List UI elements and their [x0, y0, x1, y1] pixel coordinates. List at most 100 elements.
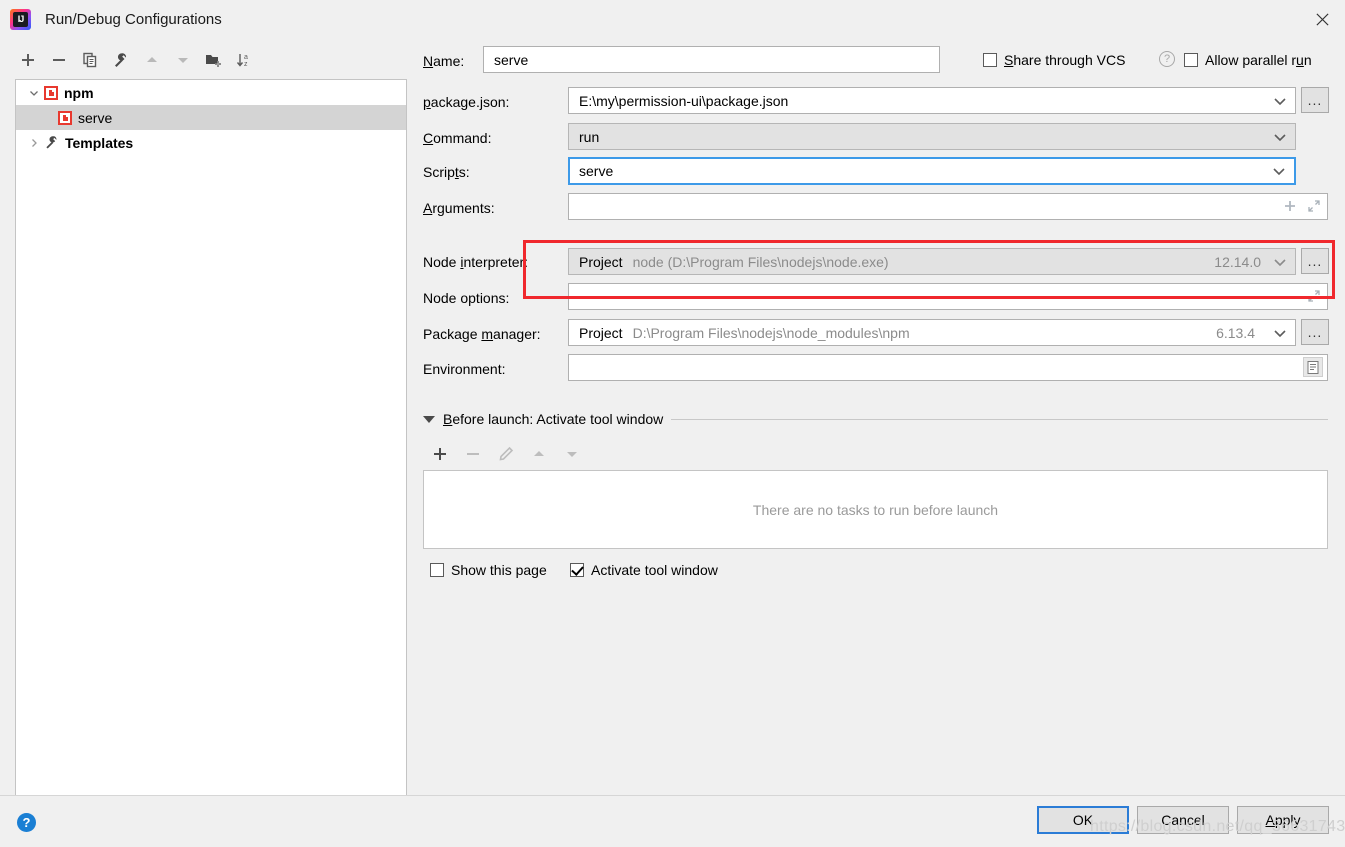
task-move-up-button[interactable] [525, 440, 552, 467]
node-interpreter-select[interactable]: Project node (D:\Program Files\nodejs\no… [568, 248, 1296, 275]
show-this-page-checkbox[interactable]: Show this page [430, 562, 547, 578]
command-label: Command: [423, 130, 492, 146]
add-argument-plus-icon[interactable] [1281, 197, 1299, 215]
remove-configuration-button[interactable] [45, 47, 72, 74]
package-json-input[interactable]: E:\my\permission-ui\package.json [568, 87, 1296, 114]
environment-input[interactable] [568, 354, 1328, 381]
node-options-label: Node options: [423, 290, 510, 306]
share-through-vcs-label: Share through VCS [1004, 52, 1126, 68]
intellij-idea-logo-icon: IJ [10, 8, 31, 30]
tree-item-label: Templates [65, 134, 134, 151]
chevron-down-icon[interactable] [24, 87, 44, 99]
wrench-icon [44, 135, 60, 150]
node-interpreter-version: 12.14.0 [1214, 253, 1261, 270]
scripts-value: serve [579, 163, 614, 179]
no-tasks-message: There are no tasks to run before launch [752, 501, 999, 518]
tree-item-npm[interactable]: npm [16, 80, 406, 105]
name-value: serve [494, 51, 529, 68]
close-icon[interactable] [1299, 0, 1345, 38]
package-manager-value: D:\Program Files\nodejs\node_modules\npm [632, 324, 910, 341]
share-through-vcs-checkbox[interactable]: Share through VCS [983, 52, 1125, 68]
browse-dots-label: ... [1307, 253, 1323, 269]
tree-item-serve[interactable]: serve [16, 105, 406, 130]
npm-icon [44, 85, 58, 100]
environment-label: Environment: [423, 361, 506, 377]
ok-button[interactable]: OK [1037, 806, 1129, 834]
collapse-triangle-icon[interactable] [423, 415, 435, 423]
allow-parallel-run-checkbox[interactable]: Allow parallel run [1184, 52, 1312, 68]
before-launch-tasks-panel[interactable]: There are no tasks to run before launch [423, 470, 1328, 549]
cancel-label: Cancel [1161, 812, 1205, 828]
move-down-button[interactable] [169, 47, 196, 74]
package-json-label: package.json: [423, 94, 510, 110]
apply-button[interactable]: Apply [1237, 806, 1329, 834]
section-divider [671, 418, 1328, 420]
chevron-down-icon[interactable] [1272, 163, 1286, 179]
browse-dots-label: ... [1307, 324, 1323, 340]
tree-item-label: npm [64, 84, 94, 101]
tree-item-templates[interactable]: Templates [16, 130, 406, 155]
node-interpreter-value: node (D:\Program Files\nodejs\node.exe) [632, 253, 889, 270]
name-label: Name: [423, 53, 465, 69]
checkbox-box [983, 53, 997, 67]
arguments-label: Arguments: [423, 200, 495, 216]
sort-configurations-button[interactable]: a z [231, 47, 258, 74]
arguments-input[interactable] [568, 193, 1328, 220]
logo-text: IJ [13, 11, 28, 27]
move-up-button[interactable] [138, 47, 165, 74]
package-manager-browse-button[interactable]: ... [1301, 319, 1329, 345]
npm-icon [58, 110, 72, 125]
before-launch-toolbar [426, 440, 585, 467]
question-mark-icon[interactable]: ? [1159, 51, 1175, 67]
package-manager-version: 6.13.4 [1216, 324, 1255, 341]
window-title: Run/Debug Configurations [45, 10, 222, 28]
name-input[interactable]: serve [483, 46, 940, 73]
expand-icon[interactable] [1305, 197, 1323, 215]
apply-label: Apply [1265, 812, 1301, 828]
chevron-down-icon[interactable] [1273, 93, 1287, 109]
chevron-down-icon[interactable] [1273, 129, 1287, 145]
activate-tool-window-checkbox[interactable]: Activate tool window [570, 562, 718, 578]
package-manager-label: Package manager: [423, 326, 541, 342]
checkbox-box [430, 563, 444, 577]
package-manager-select[interactable]: Project D:\Program Files\nodejs\node_mod… [568, 319, 1296, 346]
edit-templates-wrench-icon[interactable] [107, 47, 134, 74]
expand-icon[interactable] [1305, 287, 1323, 305]
package-json-browse-button[interactable]: ... [1301, 87, 1329, 113]
scripts-label: Scripts: [423, 164, 470, 180]
add-configuration-button[interactable] [14, 47, 41, 74]
checkbox-box [570, 563, 584, 577]
chevron-down-icon[interactable] [1273, 325, 1287, 341]
show-this-page-label: Show this page [451, 562, 547, 578]
node-interpreter-browse-button[interactable]: ... [1301, 248, 1329, 274]
allow-parallel-run-label: Allow parallel run [1205, 52, 1312, 68]
package-manager-prefix: Project [579, 324, 623, 341]
browse-dots-label: ... [1307, 92, 1323, 108]
tree-item-label: serve [78, 109, 113, 126]
edit-task-pencil-icon[interactable] [492, 440, 519, 467]
svg-text:z: z [244, 61, 248, 68]
help-button[interactable]: ? [17, 813, 36, 832]
scripts-select[interactable]: serve [568, 157, 1296, 185]
new-folder-button[interactable] [200, 47, 227, 74]
chevron-right-icon[interactable] [24, 137, 44, 149]
cancel-button[interactable]: Cancel [1137, 806, 1229, 834]
remove-task-button[interactable] [459, 440, 486, 467]
add-task-button[interactable] [426, 440, 453, 467]
package-json-value: E:\my\permission-ui\package.json [579, 92, 789, 109]
title-bar: IJ Run/Debug Configurations [0, 0, 1345, 38]
before-launch-header[interactable]: Before launch: Activate tool window [423, 411, 1328, 427]
checkbox-box [1184, 53, 1198, 67]
copy-configuration-button[interactable] [76, 47, 103, 74]
svg-text:a: a [244, 54, 248, 61]
list-editor-icon[interactable] [1303, 357, 1323, 377]
chevron-down-icon[interactable] [1273, 254, 1287, 270]
task-move-down-button[interactable] [558, 440, 585, 467]
node-interpreter-label: Node interpreter: [423, 254, 529, 270]
command-value: run [579, 128, 600, 145]
command-select[interactable]: run [568, 123, 1296, 150]
activate-tool-window-label: Activate tool window [591, 562, 718, 578]
node-options-input[interactable] [568, 283, 1328, 310]
configurations-tree[interactable]: npm serve Templates [15, 79, 407, 796]
ok-label: OK [1072, 812, 1094, 828]
